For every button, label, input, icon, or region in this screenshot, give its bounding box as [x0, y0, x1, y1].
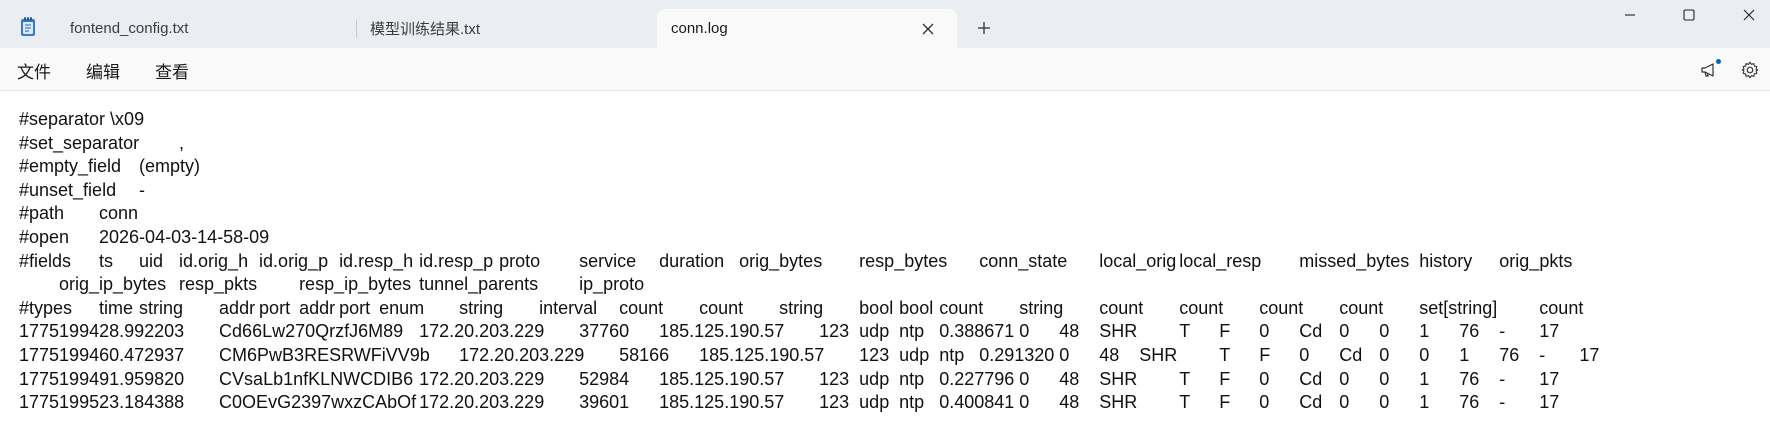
- text-line: #path conn: [19, 203, 139, 224]
- maximize-icon[interactable]: [1666, 0, 1712, 30]
- tab-fontend-config[interactable]: fontend_config.txt: [56, 9, 356, 48]
- text-line: orig_ip_bytes resp_pkts resp_ip_bytes tu…: [19, 274, 645, 295]
- text-editor[interactable]: #separator \x09 #set_separator , #empty_fi…: [0, 91, 1770, 439]
- text-line: #open 2026-04-03-14-58-09: [19, 226, 270, 247]
- minimize-icon[interactable]: [1607, 0, 1653, 30]
- menu-file[interactable]: 文件: [17, 58, 51, 83]
- text-line: #types time string addr port addr port e…: [19, 297, 1584, 318]
- text-line: 1775199428.992203 Cd66Lw270QrzfJ6M89 172…: [19, 321, 1560, 342]
- window-close-icon[interactable]: [1726, 0, 1770, 30]
- menu-view[interactable]: 查看: [155, 58, 189, 83]
- plus-icon[interactable]: [972, 16, 996, 40]
- tab-label: fontend_config.txt: [70, 20, 189, 37]
- text-line: #set_separator ,: [19, 132, 185, 153]
- menu-edit[interactable]: 编辑: [86, 58, 120, 83]
- notepad-icon: [18, 16, 38, 36]
- megaphone-icon[interactable]: [1697, 58, 1721, 82]
- text-line: 1775199491.959820 CVsaLb1nfKLNWCDIB6 172…: [19, 368, 1560, 389]
- text-line: #unset_field -: [19, 179, 146, 200]
- tab-label: conn.log: [671, 20, 728, 37]
- text-line: #fields ts uid id.orig_h id.orig_p id.re…: [19, 250, 1573, 271]
- text-line: #empty_field (empty): [19, 156, 201, 177]
- text-line: 1775199523.184388 C0OEvG2397wxzCAbOf 172…: [19, 392, 1560, 413]
- text-line: #separator \x09: [19, 109, 145, 129]
- text-line: 1775199460.472937 CM6PwB3RESRWFiVV9b 172…: [19, 344, 1600, 365]
- menu-bar: 文件 编辑 查看: [0, 48, 1770, 91]
- tab-conn-log[interactable]: conn.log: [657, 9, 957, 48]
- document-text[interactable]: #separator \x09 #set_separator , #empty_fi…: [19, 108, 1599, 415]
- notification-dot: [1716, 59, 1721, 64]
- title-bar[interactable]: fontend_config.txt 模型训练结果.txt conn.log: [0, 0, 1770, 48]
- close-icon[interactable]: [917, 18, 939, 40]
- tab-training-results[interactable]: 模型训练结果.txt: [356, 9, 656, 48]
- gear-icon[interactable]: [1738, 58, 1762, 82]
- tab-label: 模型训练结果.txt: [370, 21, 481, 38]
- notepad-window: fontend_config.txt 模型训练结果.txt conn.log 文…: [0, 0, 1770, 439]
